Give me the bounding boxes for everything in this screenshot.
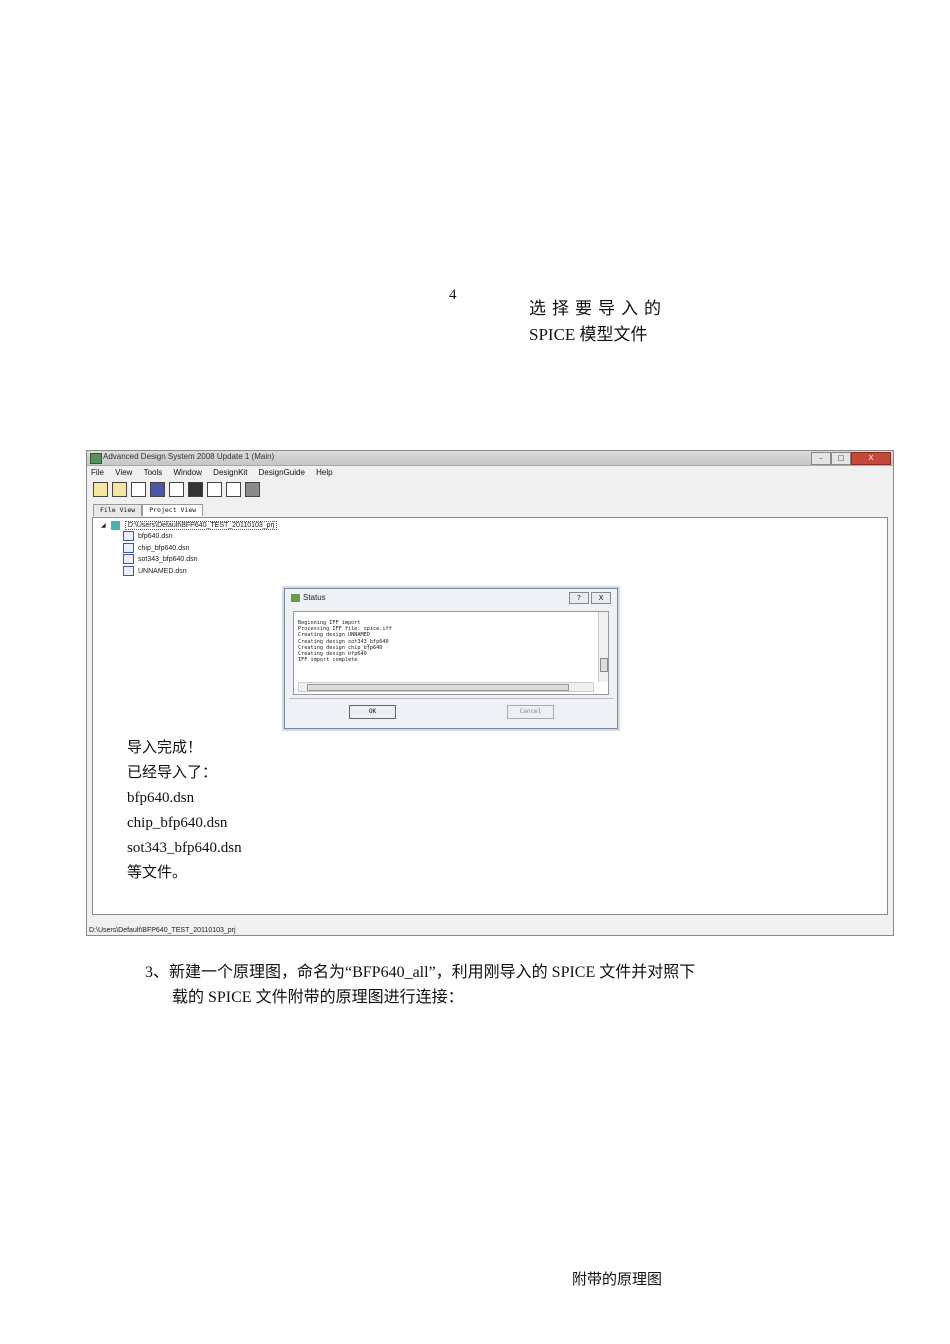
design-file-icon	[123, 531, 134, 542]
vertical-scrollbar[interactable]	[598, 612, 608, 682]
note-line: sot343_bfp640.dsn	[127, 840, 242, 856]
status-dialog: Status ? X Beginning IFF import Processi…	[284, 588, 618, 729]
log-line: Creating design sot343_bfp640	[298, 638, 389, 645]
scroll-thumb[interactable]	[600, 658, 608, 672]
collapse-icon[interactable]: ◢	[101, 521, 109, 532]
maximize-button[interactable]: □	[831, 452, 851, 465]
scroll-thumb[interactable]	[307, 684, 569, 691]
tree-item[interactable]: sot343_bfp640.dsn	[123, 554, 277, 566]
tab-project-view[interactable]: Project View	[142, 504, 204, 516]
menu-help[interactable]: Help	[316, 466, 332, 479]
copy-icon[interactable]	[226, 482, 241, 497]
open-project-icon[interactable]	[112, 482, 127, 497]
menu-bar: File View Tools Window DesignKit DesignG…	[87, 466, 893, 479]
project-path: D:\Users\Default\BFP640_TEST_20110103_pr…	[124, 521, 278, 530]
layout-icon[interactable]	[150, 482, 165, 497]
close-button[interactable]: X	[851, 452, 891, 465]
simulate-icon[interactable]	[188, 482, 203, 497]
toolbar	[93, 482, 260, 500]
instruction-line-2: 载的 SPICE 文件附带的原理图进行连接：	[172, 989, 464, 1006]
dialog-title-text: Status	[303, 593, 326, 602]
open-folder-icon[interactable]	[93, 482, 108, 497]
cancel-button[interactable]: Cancel	[507, 705, 554, 719]
tab-file-view[interactable]: File View	[93, 504, 143, 516]
instruction-line-1: 3、新建一个原理图，命名为“BFP640_all”，利用刚导入的 SPICE 文…	[145, 964, 696, 981]
windows-icon[interactable]	[245, 482, 260, 497]
figure-caption: 附带的原理图	[572, 1272, 663, 1288]
help-button[interactable]: ?	[569, 592, 589, 604]
callout-line-1: 选择要导入的	[529, 299, 667, 318]
step-number: 4	[449, 287, 457, 303]
dialog-title: Status	[291, 593, 326, 602]
log-line: IFF import complete	[298, 657, 358, 664]
design-file-icon	[123, 565, 134, 576]
window-title: Advanced Design System 2008 Update 1 (Ma…	[103, 452, 275, 461]
tree-item[interactable]: bfp640.dsn	[123, 531, 277, 543]
menu-tools[interactable]: Tools	[144, 466, 163, 479]
note-line: 等文件。	[127, 865, 188, 881]
note-line: 导入完成！	[127, 740, 203, 756]
project-icon	[110, 520, 120, 530]
tree-item[interactable]: UNNAMED.dsn	[123, 565, 277, 578]
tree-root[interactable]: ◢ D:\Users\Default\BFP640_TEST_20110103_…	[101, 520, 278, 532]
callout-line-2: SPICE 模型文件	[529, 325, 648, 344]
menu-file[interactable]: File	[91, 466, 104, 479]
import-note: 导入完成！ 已经导入了： bfp640.dsn chip_bfp640.dsn …	[127, 736, 242, 886]
status-bar: D:\Users\Default\BFP640_TEST_20110103_pr…	[89, 927, 236, 934]
dialog-divider	[289, 698, 613, 699]
ads-app-icon	[90, 453, 102, 464]
dialog-controls: ? X	[569, 592, 611, 604]
menu-designkit[interactable]: DesignKit	[213, 466, 247, 479]
project-tree: ◢ D:\Users\Default\BFP640_TEST_20110103_…	[101, 520, 278, 578]
tree-item-label: sot343_bfp640.dsn	[138, 556, 198, 563]
tree-item-label: chip_bfp640.dsn	[138, 544, 190, 552]
tree-item-label: UNNAMED.dsn	[138, 567, 187, 575]
note-line: chip_bfp640.dsn	[127, 815, 228, 831]
ok-button[interactable]: OK	[349, 705, 396, 719]
horizontal-scrollbar[interactable]	[298, 682, 594, 692]
view-tabs: File View Project View	[93, 504, 204, 516]
callout: 选择要导入的 SPICE 模型文件	[529, 296, 667, 348]
menu-view[interactable]: View	[115, 466, 132, 479]
window-controls: – □ X	[811, 452, 891, 465]
title-bar[interactable]: Advanced Design System 2008 Update 1 (Ma…	[87, 451, 893, 466]
instruction-paragraph: 3、新建一个原理图，命名为“BFP640_all”，利用刚导入的 SPICE 文…	[145, 960, 825, 1010]
note-line: bfp640.dsn	[127, 790, 195, 806]
schematic-icon[interactable]	[131, 482, 146, 497]
note-line: 已经导入了：	[127, 765, 218, 781]
tree-item-label: bfp640.dsn	[138, 533, 173, 540]
status-dialog-icon	[291, 593, 300, 602]
design-file-icon	[123, 542, 134, 553]
tree-item[interactable]: chip_bfp640.dsn	[123, 542, 277, 555]
minimize-button[interactable]: –	[811, 452, 831, 465]
data-display-icon[interactable]	[169, 482, 184, 497]
menu-designguide[interactable]: DesignGuide	[259, 466, 305, 479]
text-editor-icon[interactable]	[207, 482, 222, 497]
menu-window[interactable]: Window	[173, 466, 201, 479]
design-file-icon	[123, 554, 134, 565]
dialog-close-button[interactable]: X	[591, 592, 611, 604]
status-log: Beginning IFF import Processing IFF file…	[298, 620, 392, 663]
status-log-box[interactable]: Beginning IFF import Processing IFF file…	[293, 611, 609, 695]
